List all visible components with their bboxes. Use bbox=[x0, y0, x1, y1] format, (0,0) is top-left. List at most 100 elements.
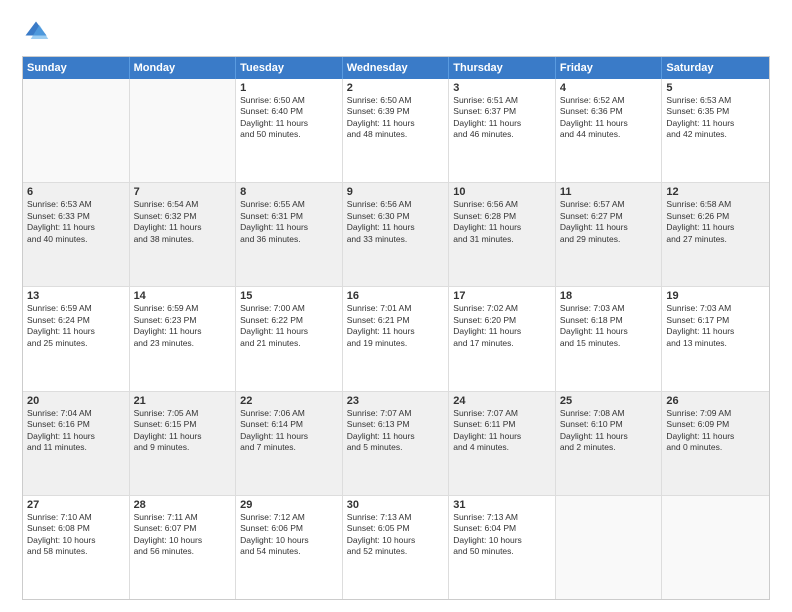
calendar-cell bbox=[130, 79, 237, 182]
calendar-cell: 8Sunrise: 6:55 AM Sunset: 6:31 PM Daylig… bbox=[236, 183, 343, 286]
day-number: 23 bbox=[347, 395, 445, 407]
day-number: 30 bbox=[347, 499, 445, 511]
calendar-cell: 21Sunrise: 7:05 AM Sunset: 6:15 PM Dayli… bbox=[130, 392, 237, 495]
cell-info: Sunrise: 6:53 AM Sunset: 6:35 PM Dayligh… bbox=[666, 95, 765, 141]
calendar-cell: 17Sunrise: 7:02 AM Sunset: 6:20 PM Dayli… bbox=[449, 287, 556, 390]
cell-info: Sunrise: 6:56 AM Sunset: 6:30 PM Dayligh… bbox=[347, 199, 445, 245]
day-number: 31 bbox=[453, 499, 551, 511]
cell-info: Sunrise: 7:06 AM Sunset: 6:14 PM Dayligh… bbox=[240, 408, 338, 454]
calendar-cell bbox=[556, 496, 663, 599]
calendar-cell: 9Sunrise: 6:56 AM Sunset: 6:30 PM Daylig… bbox=[343, 183, 450, 286]
day-number: 25 bbox=[560, 395, 658, 407]
calendar-cell: 20Sunrise: 7:04 AM Sunset: 6:16 PM Dayli… bbox=[23, 392, 130, 495]
cell-info: Sunrise: 7:04 AM Sunset: 6:16 PM Dayligh… bbox=[27, 408, 125, 454]
calendar-cell: 11Sunrise: 6:57 AM Sunset: 6:27 PM Dayli… bbox=[556, 183, 663, 286]
calendar-cell bbox=[662, 496, 769, 599]
cell-info: Sunrise: 7:10 AM Sunset: 6:08 PM Dayligh… bbox=[27, 512, 125, 558]
day-number: 11 bbox=[560, 186, 658, 198]
calendar-cell: 31Sunrise: 7:13 AM Sunset: 6:04 PM Dayli… bbox=[449, 496, 556, 599]
cell-info: Sunrise: 6:58 AM Sunset: 6:26 PM Dayligh… bbox=[666, 199, 765, 245]
calendar-cell: 18Sunrise: 7:03 AM Sunset: 6:18 PM Dayli… bbox=[556, 287, 663, 390]
header-day-wednesday: Wednesday bbox=[343, 57, 450, 79]
calendar: SundayMondayTuesdayWednesdayThursdayFrid… bbox=[22, 56, 770, 600]
cell-info: Sunrise: 6:52 AM Sunset: 6:36 PM Dayligh… bbox=[560, 95, 658, 141]
calendar-cell: 30Sunrise: 7:13 AM Sunset: 6:05 PM Dayli… bbox=[343, 496, 450, 599]
calendar-cell: 23Sunrise: 7:07 AM Sunset: 6:13 PM Dayli… bbox=[343, 392, 450, 495]
cell-info: Sunrise: 7:00 AM Sunset: 6:22 PM Dayligh… bbox=[240, 303, 338, 349]
cell-info: Sunrise: 6:51 AM Sunset: 6:37 PM Dayligh… bbox=[453, 95, 551, 141]
header-day-friday: Friday bbox=[556, 57, 663, 79]
cell-info: Sunrise: 7:03 AM Sunset: 6:17 PM Dayligh… bbox=[666, 303, 765, 349]
day-number: 28 bbox=[134, 499, 232, 511]
day-number: 29 bbox=[240, 499, 338, 511]
calendar-cell: 15Sunrise: 7:00 AM Sunset: 6:22 PM Dayli… bbox=[236, 287, 343, 390]
calendar-cell: 2Sunrise: 6:50 AM Sunset: 6:39 PM Daylig… bbox=[343, 79, 450, 182]
calendar-cell: 4Sunrise: 6:52 AM Sunset: 6:36 PM Daylig… bbox=[556, 79, 663, 182]
header-day-saturday: Saturday bbox=[662, 57, 769, 79]
cell-info: Sunrise: 7:13 AM Sunset: 6:04 PM Dayligh… bbox=[453, 512, 551, 558]
logo-icon bbox=[22, 18, 50, 46]
header-day-monday: Monday bbox=[130, 57, 237, 79]
day-number: 3 bbox=[453, 82, 551, 94]
cell-info: Sunrise: 6:50 AM Sunset: 6:39 PM Dayligh… bbox=[347, 95, 445, 141]
cell-info: Sunrise: 7:07 AM Sunset: 6:11 PM Dayligh… bbox=[453, 408, 551, 454]
day-number: 26 bbox=[666, 395, 765, 407]
calendar-cell: 5Sunrise: 6:53 AM Sunset: 6:35 PM Daylig… bbox=[662, 79, 769, 182]
page: SundayMondayTuesdayWednesdayThursdayFrid… bbox=[0, 0, 792, 612]
day-number: 15 bbox=[240, 290, 338, 302]
calendar-cell: 27Sunrise: 7:10 AM Sunset: 6:08 PM Dayli… bbox=[23, 496, 130, 599]
day-number: 7 bbox=[134, 186, 232, 198]
cell-info: Sunrise: 7:02 AM Sunset: 6:20 PM Dayligh… bbox=[453, 303, 551, 349]
cell-info: Sunrise: 6:59 AM Sunset: 6:24 PM Dayligh… bbox=[27, 303, 125, 349]
cell-info: Sunrise: 7:09 AM Sunset: 6:09 PM Dayligh… bbox=[666, 408, 765, 454]
calendar-cell: 7Sunrise: 6:54 AM Sunset: 6:32 PM Daylig… bbox=[130, 183, 237, 286]
calendar-cell: 1Sunrise: 6:50 AM Sunset: 6:40 PM Daylig… bbox=[236, 79, 343, 182]
cell-info: Sunrise: 7:11 AM Sunset: 6:07 PM Dayligh… bbox=[134, 512, 232, 558]
calendar-cell: 14Sunrise: 6:59 AM Sunset: 6:23 PM Dayli… bbox=[130, 287, 237, 390]
calendar-cell: 13Sunrise: 6:59 AM Sunset: 6:24 PM Dayli… bbox=[23, 287, 130, 390]
calendar-cell: 22Sunrise: 7:06 AM Sunset: 6:14 PM Dayli… bbox=[236, 392, 343, 495]
day-number: 22 bbox=[240, 395, 338, 407]
day-number: 24 bbox=[453, 395, 551, 407]
header-day-sunday: Sunday bbox=[23, 57, 130, 79]
calendar-cell: 28Sunrise: 7:11 AM Sunset: 6:07 PM Dayli… bbox=[130, 496, 237, 599]
day-number: 8 bbox=[240, 186, 338, 198]
calendar-cell: 6Sunrise: 6:53 AM Sunset: 6:33 PM Daylig… bbox=[23, 183, 130, 286]
cell-info: Sunrise: 6:59 AM Sunset: 6:23 PM Dayligh… bbox=[134, 303, 232, 349]
calendar-cell: 16Sunrise: 7:01 AM Sunset: 6:21 PM Dayli… bbox=[343, 287, 450, 390]
calendar-row-5: 27Sunrise: 7:10 AM Sunset: 6:08 PM Dayli… bbox=[23, 495, 769, 599]
day-number: 17 bbox=[453, 290, 551, 302]
calendar-cell: 26Sunrise: 7:09 AM Sunset: 6:09 PM Dayli… bbox=[662, 392, 769, 495]
calendar-body: 1Sunrise: 6:50 AM Sunset: 6:40 PM Daylig… bbox=[23, 79, 769, 599]
day-number: 27 bbox=[27, 499, 125, 511]
day-number: 21 bbox=[134, 395, 232, 407]
cell-info: Sunrise: 6:57 AM Sunset: 6:27 PM Dayligh… bbox=[560, 199, 658, 245]
cell-info: Sunrise: 7:05 AM Sunset: 6:15 PM Dayligh… bbox=[134, 408, 232, 454]
day-number: 14 bbox=[134, 290, 232, 302]
cell-info: Sunrise: 6:54 AM Sunset: 6:32 PM Dayligh… bbox=[134, 199, 232, 245]
cell-info: Sunrise: 6:53 AM Sunset: 6:33 PM Dayligh… bbox=[27, 199, 125, 245]
logo bbox=[22, 18, 54, 46]
day-number: 1 bbox=[240, 82, 338, 94]
header bbox=[22, 18, 770, 46]
day-number: 12 bbox=[666, 186, 765, 198]
calendar-row-1: 1Sunrise: 6:50 AM Sunset: 6:40 PM Daylig… bbox=[23, 79, 769, 182]
cell-info: Sunrise: 7:07 AM Sunset: 6:13 PM Dayligh… bbox=[347, 408, 445, 454]
day-number: 4 bbox=[560, 82, 658, 94]
day-number: 20 bbox=[27, 395, 125, 407]
day-number: 19 bbox=[666, 290, 765, 302]
day-number: 10 bbox=[453, 186, 551, 198]
calendar-cell: 25Sunrise: 7:08 AM Sunset: 6:10 PM Dayli… bbox=[556, 392, 663, 495]
cell-info: Sunrise: 6:56 AM Sunset: 6:28 PM Dayligh… bbox=[453, 199, 551, 245]
calendar-cell: 24Sunrise: 7:07 AM Sunset: 6:11 PM Dayli… bbox=[449, 392, 556, 495]
cell-info: Sunrise: 7:01 AM Sunset: 6:21 PM Dayligh… bbox=[347, 303, 445, 349]
calendar-cell: 19Sunrise: 7:03 AM Sunset: 6:17 PM Dayli… bbox=[662, 287, 769, 390]
calendar-cell bbox=[23, 79, 130, 182]
day-number: 13 bbox=[27, 290, 125, 302]
cell-info: Sunrise: 7:13 AM Sunset: 6:05 PM Dayligh… bbox=[347, 512, 445, 558]
cell-info: Sunrise: 7:08 AM Sunset: 6:10 PM Dayligh… bbox=[560, 408, 658, 454]
cell-info: Sunrise: 7:12 AM Sunset: 6:06 PM Dayligh… bbox=[240, 512, 338, 558]
day-number: 16 bbox=[347, 290, 445, 302]
cell-info: Sunrise: 6:55 AM Sunset: 6:31 PM Dayligh… bbox=[240, 199, 338, 245]
day-number: 5 bbox=[666, 82, 765, 94]
